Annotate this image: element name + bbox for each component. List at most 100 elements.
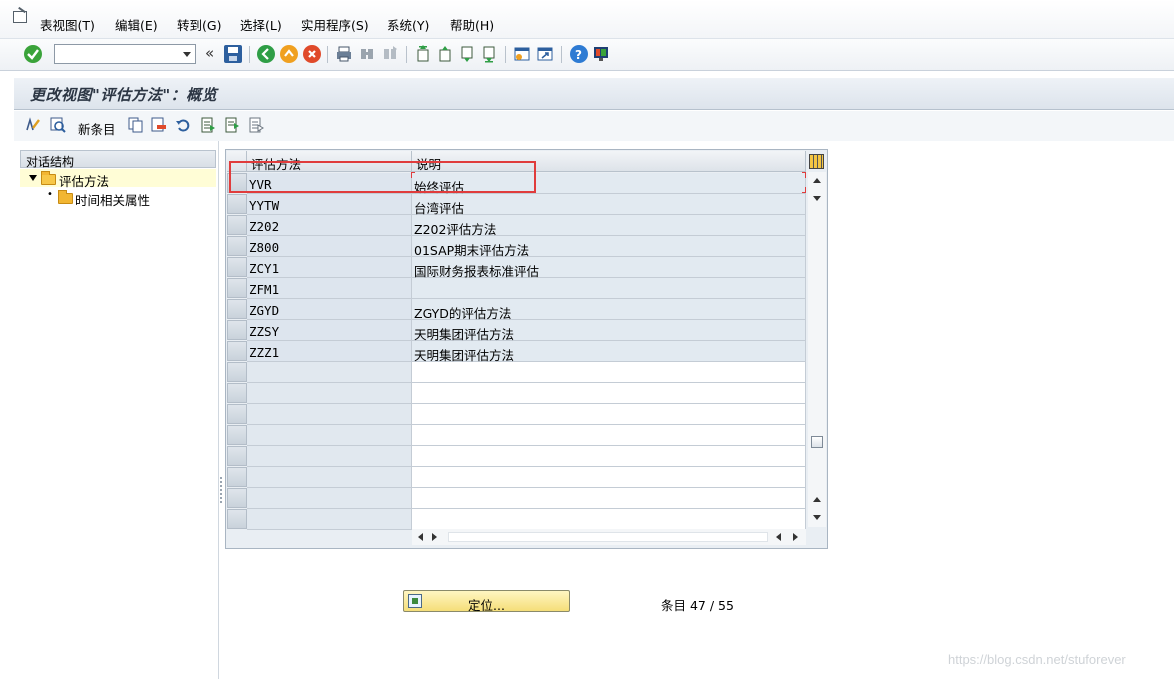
table-cell-valuation-method[interactable] — [247, 425, 412, 446]
next-page-icon[interactable] — [458, 45, 476, 63]
table-cell-valuation-method[interactable]: Z202 — [247, 215, 412, 236]
row-selector[interactable] — [227, 509, 247, 529]
table-cell-valuation-method[interactable]: ZZZ1 — [247, 341, 412, 362]
locate-button[interactable]: 定位... — [403, 590, 570, 613]
new-entries-button[interactable]: 新条目 — [78, 119, 116, 138]
horizontal-scrollbar[interactable] — [412, 529, 806, 545]
scroll-right-icon[interactable] — [793, 533, 798, 541]
find-icon[interactable] — [358, 45, 376, 63]
table-cell-description[interactable]: 01SAP期末评估方法 — [412, 236, 806, 258]
table-cell-description[interactable] — [412, 488, 806, 509]
expand-arrow-icon[interactable] — [29, 175, 37, 181]
table-cell-valuation-method[interactable] — [247, 509, 412, 530]
command-field[interactable] — [54, 44, 196, 64]
create-session-icon[interactable] — [513, 45, 531, 63]
table-cell-description[interactable] — [412, 404, 806, 425]
table-cell-description[interactable] — [412, 509, 806, 530]
scroll-left-icon[interactable] — [776, 533, 781, 541]
row-selector[interactable] — [227, 425, 247, 445]
back-icon[interactable] — [257, 45, 275, 63]
row-selector[interactable] — [227, 215, 247, 235]
details-icon[interactable] — [49, 116, 67, 134]
row-selector[interactable] — [227, 236, 247, 256]
table-cell-valuation-method[interactable]: YYTW — [247, 194, 412, 215]
row-selector[interactable] — [227, 467, 247, 487]
last-page-icon[interactable] — [480, 45, 498, 63]
row-selector[interactable] — [227, 362, 247, 382]
menu-selection[interactable]: 选择(L) — [240, 15, 282, 34]
menu-goto[interactable]: 转到(G) — [177, 15, 221, 34]
select-block-icon[interactable] — [223, 116, 241, 134]
row-selector[interactable] — [227, 194, 247, 214]
menu-edit[interactable]: 编辑(E) — [115, 15, 158, 34]
row-selector[interactable] — [227, 320, 247, 340]
table-cell-valuation-method[interactable] — [247, 446, 412, 467]
print-icon[interactable] — [335, 45, 353, 63]
scroll-right-icon[interactable] — [432, 533, 437, 541]
table-cell-valuation-method[interactable]: ZFM1 — [247, 278, 412, 299]
table-cell-description[interactable]: 国际财务报表标准评估 — [412, 257, 806, 279]
table-cell-description[interactable] — [412, 446, 806, 467]
table-cell-valuation-method[interactable] — [247, 404, 412, 425]
table-cell-valuation-method[interactable] — [247, 488, 412, 509]
delete-icon[interactable] — [150, 116, 168, 134]
find-next-icon[interactable] — [381, 45, 399, 63]
menu-system[interactable]: 系统(Y) — [387, 15, 429, 34]
table-cell-valuation-method[interactable]: ZCY1 — [247, 257, 412, 278]
row-selector[interactable] — [227, 488, 247, 508]
menu-help[interactable]: 帮助(H) — [450, 15, 494, 34]
scroll-left-icon[interactable] — [418, 533, 423, 541]
exit-icon[interactable] — [280, 45, 298, 63]
scroll-page-up-icon[interactable] — [813, 497, 821, 502]
row-selector[interactable] — [227, 257, 247, 277]
table-cell-description[interactable] — [412, 278, 806, 299]
copy-icon[interactable] — [127, 116, 145, 134]
row-selector[interactable] — [227, 299, 247, 319]
splitter-handle[interactable] — [219, 476, 223, 504]
shortcut-icon[interactable] — [536, 45, 554, 63]
table-cell-description[interactable] — [412, 425, 806, 446]
deselect-all-icon[interactable] — [247, 116, 265, 134]
table-cell-description[interactable]: 台湾评估 — [412, 194, 806, 216]
table-settings-icon[interactable] — [809, 154, 824, 169]
row-selector[interactable] — [227, 446, 247, 466]
horizontal-scroll-track[interactable] — [448, 532, 768, 542]
menu-table-view[interactable]: 表视图(T) — [40, 15, 95, 34]
table-cell-description[interactable]: Z202评估方法 — [412, 215, 806, 237]
table-cell-valuation-method[interactable] — [247, 383, 412, 404]
scroll-page-down-icon[interactable] — [813, 515, 821, 520]
row-selector[interactable] — [227, 278, 247, 298]
table-cell-description[interactable] — [412, 467, 806, 488]
display-change-icon[interactable] — [24, 116, 42, 134]
table-cell-description[interactable] — [412, 362, 806, 383]
table-cell-valuation-method[interactable] — [247, 362, 412, 383]
table-cell-valuation-method[interactable]: ZZSY — [247, 320, 412, 341]
first-page-icon[interactable] — [414, 45, 432, 63]
scroll-down-icon[interactable] — [813, 196, 821, 201]
chevron-down-icon[interactable] — [183, 52, 191, 57]
scroll-thumb[interactable] — [811, 436, 823, 448]
row-selector[interactable] — [227, 383, 247, 403]
tree-node-time-dependent-attributes[interactable]: • 时间相关属性 — [20, 188, 216, 208]
system-menu-icon[interactable] — [13, 11, 27, 23]
help-icon[interactable]: ? — [570, 45, 588, 63]
scroll-up-icon[interactable] — [813, 178, 821, 183]
collapse-command-icon[interactable]: « — [205, 44, 214, 62]
undo-icon[interactable] — [174, 116, 192, 134]
enter-icon[interactable] — [24, 45, 42, 63]
table-cell-description[interactable]: ZGYD的评估方法 — [412, 299, 806, 321]
table-cell-description[interactable]: 天明集团评估方法 — [412, 320, 806, 342]
previous-page-icon[interactable] — [436, 45, 454, 63]
save-icon[interactable] — [224, 45, 242, 63]
table-cell-description[interactable] — [412, 383, 806, 404]
row-selector[interactable] — [227, 404, 247, 424]
table-cell-description[interactable]: 天明集团评估方法 — [412, 341, 806, 363]
tree-node-valuation-method[interactable]: 评估方法 — [20, 169, 216, 189]
table-cell-valuation-method[interactable] — [247, 467, 412, 488]
cancel-icon[interactable] — [303, 45, 321, 63]
vertical-scrollbar[interactable] — [808, 172, 826, 527]
select-all-icon[interactable] — [199, 116, 217, 134]
row-selector[interactable] — [227, 341, 247, 361]
layout-icon[interactable] — [592, 45, 610, 63]
table-cell-valuation-method[interactable]: Z800 — [247, 236, 412, 257]
